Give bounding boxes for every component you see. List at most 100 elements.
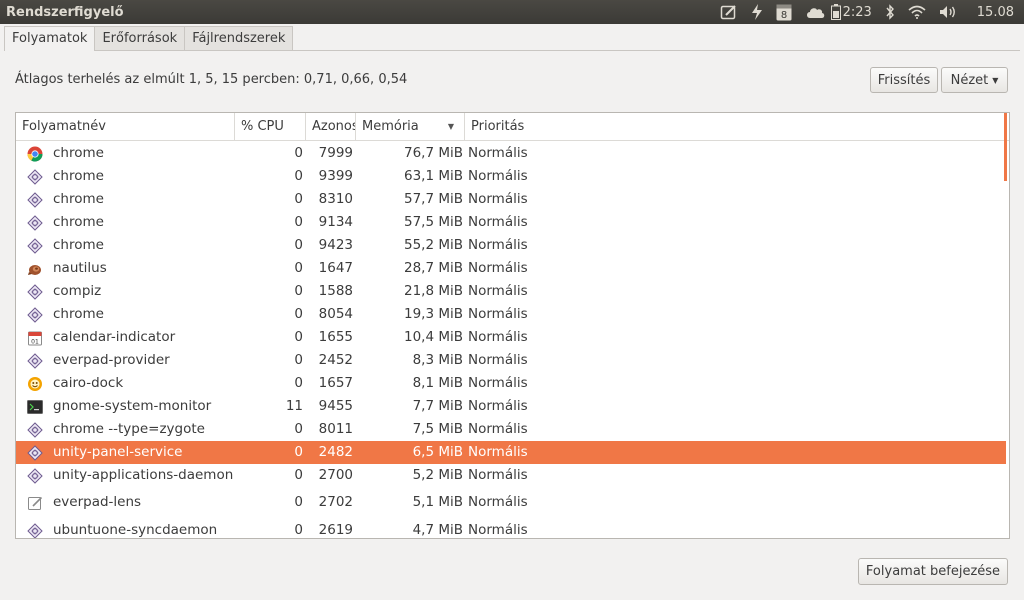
memory-value: 5,2 MiB xyxy=(412,467,463,483)
refresh-button-label: Frissítés xyxy=(877,72,931,88)
table-row[interactable]: everpad-lens 0 2702 5,1 MiB Normális xyxy=(16,491,1006,514)
memory-value: 4,7 MiB xyxy=(412,522,463,538)
table-row[interactable]: nautilus 0 1647 28,7 MiB Normális xyxy=(16,257,1006,280)
gear-diamond-icon xyxy=(16,303,53,326)
cpu-value: 0 xyxy=(294,191,303,207)
bluetooth-icon[interactable] xyxy=(885,0,895,24)
notes-icon[interactable] xyxy=(720,0,738,24)
process-table[interactable]: Folyamatnév % CPU Azonosító Memória ▼ Pr… xyxy=(15,112,1010,539)
priority-value: Normális xyxy=(468,352,528,368)
volume-icon[interactable] xyxy=(939,0,957,24)
memory-value: 55,2 MiB xyxy=(403,237,463,253)
memory-value: 5,1 MiB xyxy=(412,494,463,510)
tab-filesystems[interactable]: Fájlrendszerek xyxy=(184,26,294,50)
cpu-value: 0 xyxy=(294,237,303,253)
cpu-value: 0 xyxy=(294,421,303,437)
pid-value: 1657 xyxy=(318,375,353,391)
wifi-icon[interactable] xyxy=(908,0,926,24)
tab-bar: Folyamatok Erőforrások Fájlrendszerek xyxy=(4,26,294,51)
table-row[interactable]: everpad-provider 0 2452 8,3 MiB Normális xyxy=(16,349,1006,372)
table-row[interactable]: unity-applications-daemon 0 2700 5,2 MiB Nor… xyxy=(16,464,1006,487)
cpu-value: 0 xyxy=(294,283,303,299)
cpu-value: 0 xyxy=(294,306,303,322)
memory-value: 7,5 MiB xyxy=(412,421,463,437)
cpu-value: 11 xyxy=(285,398,303,414)
pid-value: 2619 xyxy=(318,522,353,538)
cpu-value: 0 xyxy=(294,522,303,538)
battery-time: 2:23 xyxy=(842,4,872,20)
table-row[interactable]: unity-panel-service 0 2482 6,5 MiB Normális xyxy=(16,441,1006,464)
column-header-priority[interactable]: Prioritás xyxy=(465,113,1009,141)
priority-value: Normális xyxy=(468,237,528,253)
sort-descending-icon: ▼ xyxy=(447,122,454,131)
memory-value: 63,1 MiB xyxy=(403,168,463,184)
column-header-pid[interactable]: Azonosító xyxy=(306,113,356,141)
system-tray: 8 2:23 15.08 xyxy=(707,0,1024,24)
pid-value: 8310 xyxy=(318,191,353,207)
top-panel: Rendszerfigyelő 8 2:23 15.08 xyxy=(0,0,1024,24)
pid-value: 9423 xyxy=(318,237,353,253)
process-name: calendar-indicator xyxy=(53,329,176,345)
chevron-down-icon: ▼ xyxy=(992,75,999,85)
table-header: Folyamatnév % CPU Azonosító Memória ▼ Pr… xyxy=(16,113,1009,141)
table-row[interactable]: chrome 0 8310 57,7 MiB Normális xyxy=(16,188,1006,211)
table-row[interactable]: compiz 0 1588 21,8 MiB Normális xyxy=(16,280,1006,303)
priority-value: Normális xyxy=(468,214,528,230)
pid-value: 9134 xyxy=(318,214,353,230)
gear-diamond-icon xyxy=(16,418,53,441)
priority-value: Normális xyxy=(468,306,528,322)
gear-diamond-icon xyxy=(16,464,53,487)
pid-value: 1588 xyxy=(318,283,353,299)
process-name: chrome xyxy=(53,191,104,207)
terminal-icon xyxy=(16,395,53,418)
battery-indicator[interactable]: 2:23 xyxy=(830,0,872,24)
cloud-icon[interactable] xyxy=(805,0,825,24)
table-row[interactable]: 01 calendar-indicator 0 1655 10,4 MiB Normáli… xyxy=(16,326,1006,349)
gear-diamond-icon xyxy=(16,441,53,464)
process-name: compiz xyxy=(53,283,102,299)
table-row[interactable]: chrome --type=zygote 0 8011 7,5 MiB Normális xyxy=(16,418,1006,441)
tab-resources[interactable]: Erőforrások xyxy=(94,26,186,50)
end-process-button-label: Folyamat befejezése xyxy=(865,564,1001,579)
process-name: cairo-dock xyxy=(53,375,124,391)
table-row[interactable]: gnome-system-monitor 11 9455 7,7 MiB Normáli… xyxy=(16,395,1006,418)
tab-processes[interactable]: Folyamatok xyxy=(4,26,96,51)
process-name: chrome xyxy=(53,306,104,322)
gear-diamond-icon xyxy=(16,280,53,303)
nautilus-icon xyxy=(16,257,53,280)
calendar-icon[interactable]: 8 xyxy=(776,0,792,24)
clock[interactable]: 15.08 xyxy=(977,0,1014,24)
table-row[interactable]: cairo-dock 0 1657 8,1 MiB Normális xyxy=(16,372,1006,395)
memory-value: 21,8 MiB xyxy=(403,283,463,299)
pid-value: 8011 xyxy=(318,421,353,437)
view-menu-button[interactable]: Nézet ▼ xyxy=(941,67,1008,93)
app-title: Rendszerfigyelő xyxy=(6,4,124,20)
column-header-cpu[interactable]: % CPU xyxy=(235,113,306,141)
battery-icon xyxy=(830,4,841,20)
pid-value: 2700 xyxy=(318,467,353,483)
table-row[interactable]: chrome 0 9423 55,2 MiB Normális xyxy=(16,234,1006,257)
end-process-button[interactable]: Folyamat befejezése xyxy=(858,558,1008,585)
column-header-memory[interactable]: Memória ▼ xyxy=(356,113,465,141)
scrollbar[interactable] xyxy=(1004,113,1007,181)
priority-value: Normális xyxy=(468,145,528,161)
priority-value: Normális xyxy=(468,494,528,510)
table-row[interactable]: chrome 0 8054 19,3 MiB Normális xyxy=(16,303,1006,326)
table-row[interactable]: ubuntuone-syncdaemon 0 2619 4,7 MiB Normális xyxy=(16,519,1006,538)
gear-diamond-icon xyxy=(16,519,53,538)
process-name: chrome xyxy=(53,237,104,253)
priority-value: Normális xyxy=(468,444,528,460)
pid-value: 1647 xyxy=(318,260,353,276)
table-row[interactable]: chrome 0 9134 57,5 MiB Normális xyxy=(16,211,1006,234)
gear-diamond-icon xyxy=(16,349,53,372)
gear-diamond-icon xyxy=(16,211,53,234)
cpu-value: 0 xyxy=(294,214,303,230)
table-row[interactable]: chrome 0 9399 63,1 MiB Normális xyxy=(16,165,1006,188)
priority-value: Normális xyxy=(468,467,528,483)
refresh-button[interactable]: Frissítés xyxy=(870,67,938,93)
column-header-name[interactable]: Folyamatnév xyxy=(16,113,235,141)
process-name: chrome xyxy=(53,145,104,161)
table-row[interactable]: chrome 0 7999 76,7 MiB Normális xyxy=(16,142,1006,165)
power-icon[interactable] xyxy=(751,0,763,24)
memory-value: 8,3 MiB xyxy=(412,352,463,368)
